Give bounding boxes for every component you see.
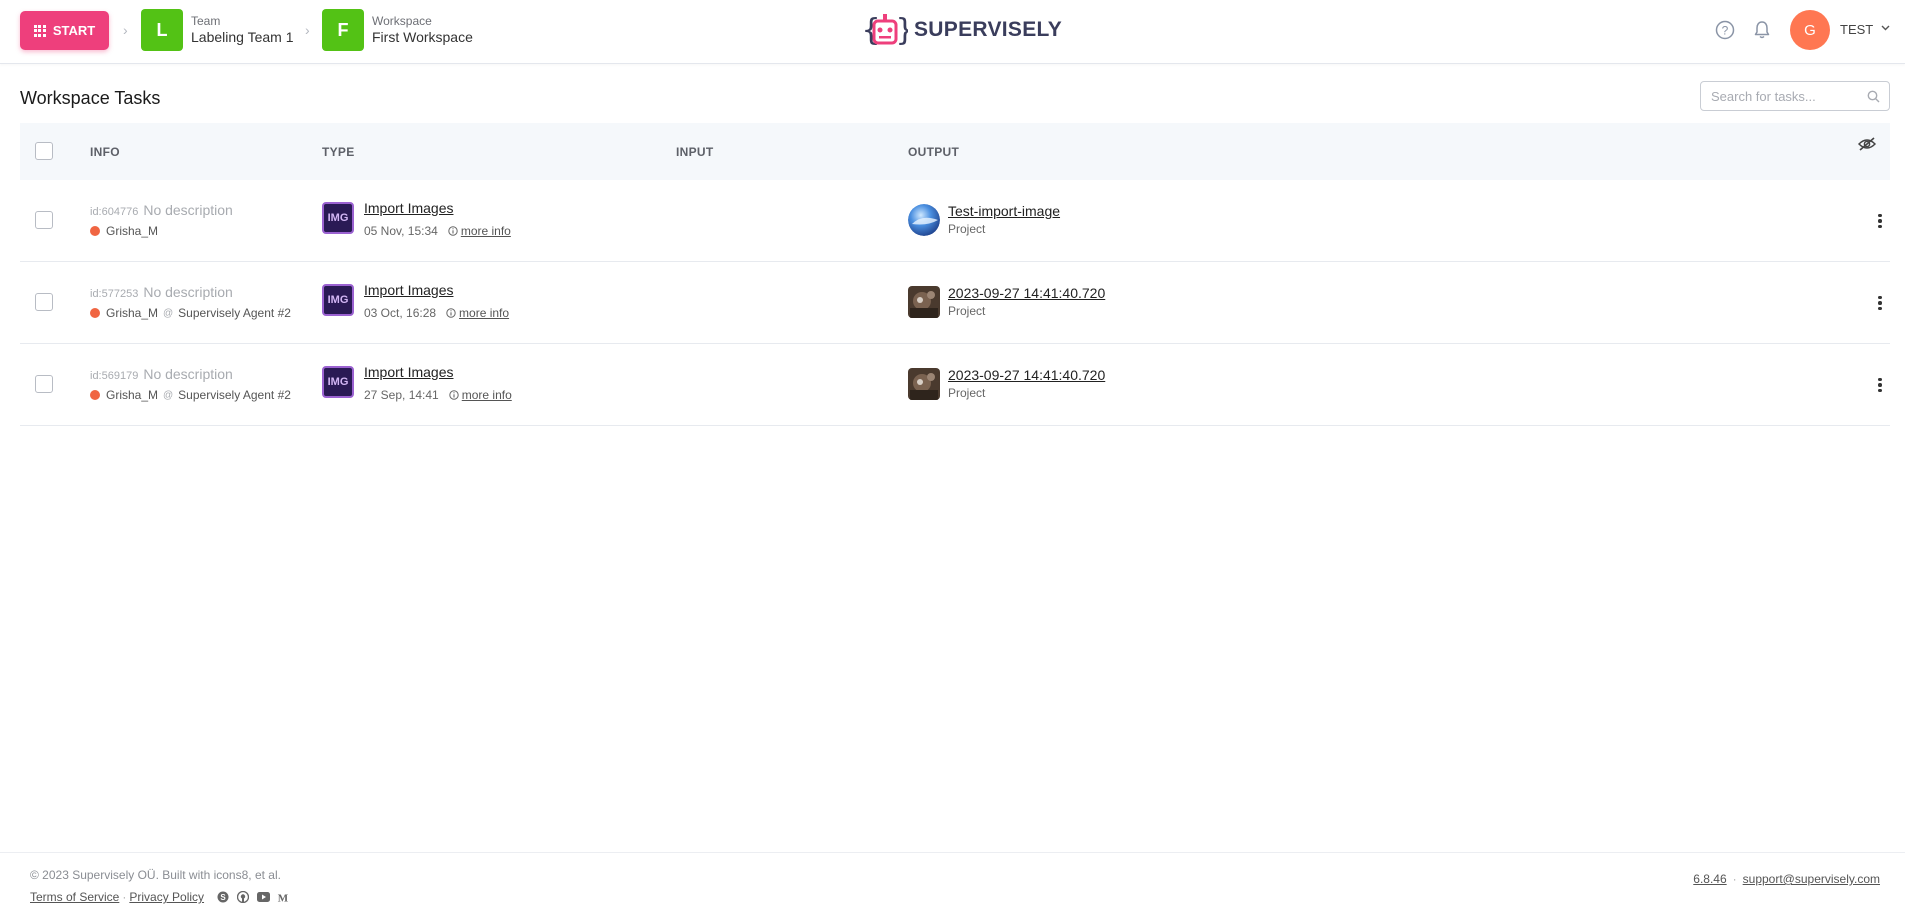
- terms-link[interactable]: Terms of Service: [30, 890, 119, 904]
- task-date: 05 Nov, 15:34: [364, 224, 438, 238]
- team-name: Labeling Team 1: [191, 29, 294, 45]
- output-type: Project: [948, 386, 986, 400]
- copyright-text: © 2023 Supervisely OÜ. Built with icons8…: [30, 868, 281, 882]
- supervisely-logo[interactable]: { } SUPERVISELY: [862, 10, 1062, 50]
- search-input[interactable]: [1701, 82, 1851, 110]
- medium-icon[interactable]: M: [276, 890, 290, 904]
- start-label: START: [52, 23, 96, 38]
- logo-text: SUPERVISELY: [914, 18, 1063, 41]
- workspace-caption: Workspace: [372, 14, 432, 28]
- row-checkbox[interactable]: [35, 375, 53, 393]
- user-status-dot: [90, 226, 100, 236]
- row-menu-icon[interactable]: [1874, 293, 1886, 313]
- task-description: No description: [143, 284, 233, 300]
- page-title: Workspace Tasks: [20, 88, 161, 108]
- youtube-icon[interactable]: [256, 890, 270, 904]
- table-row: id:569179 No description Grisha_M @ Supe…: [20, 344, 1890, 426]
- row-checkbox[interactable]: [35, 293, 53, 311]
- search-icon[interactable]: [1867, 90, 1880, 103]
- version-link[interactable]: 6.8.46: [1693, 872, 1726, 886]
- top-header: START › L Team Labeling Team 1 › F Works…: [0, 0, 1905, 64]
- column-header-info[interactable]: INFO: [90, 145, 120, 159]
- svg-text:}: }: [896, 13, 908, 48]
- output-project-link[interactable]: 2023-09-27 14:41:40.720: [948, 367, 1105, 383]
- info-icon: [449, 390, 459, 400]
- task-id: id:577253: [90, 288, 139, 300]
- search-box[interactable]: [1700, 81, 1890, 111]
- user-name[interactable]: TEST: [1840, 22, 1873, 37]
- table-header: INFO TYPE INPUT OUTPUT: [20, 123, 1890, 180]
- output-project-thumbnail[interactable]: [908, 368, 940, 400]
- row-checkbox[interactable]: [35, 211, 53, 229]
- task-user: Grisha_M: [106, 388, 159, 402]
- workspace-avatar: F: [322, 9, 364, 51]
- column-header-output[interactable]: OUTPUT: [908, 145, 959, 159]
- more-info-link[interactable]: more info: [459, 306, 509, 320]
- svg-text:?: ?: [1722, 24, 1729, 38]
- hide-columns-icon[interactable]: [1858, 137, 1876, 151]
- table-row: id:577253 No description Grisha_M @ Supe…: [20, 262, 1890, 344]
- task-type-link[interactable]: Import Images: [364, 282, 453, 298]
- info-icon: [446, 308, 456, 318]
- output-type: Project: [948, 222, 986, 236]
- import-images-app-icon: IMG: [322, 284, 354, 316]
- user-status-dot: [90, 308, 100, 318]
- output-project-thumbnail[interactable]: [908, 204, 940, 236]
- chevron-down-icon[interactable]: [1881, 25, 1890, 31]
- breadcrumb-workspace[interactable]: F Workspace First Workspace: [322, 9, 473, 51]
- start-button[interactable]: START: [20, 11, 109, 50]
- row-menu-icon[interactable]: [1874, 211, 1886, 231]
- select-all-checkbox[interactable]: [35, 142, 53, 160]
- skype-icon[interactable]: S: [216, 890, 230, 904]
- at-sign: @: [163, 389, 174, 401]
- output-type: Project: [948, 304, 986, 318]
- row-menu-icon[interactable]: [1874, 375, 1886, 395]
- svg-text:S: S: [220, 893, 226, 902]
- more-info-link[interactable]: more info: [461, 224, 511, 238]
- info-icon: [448, 226, 458, 236]
- task-id: id:569179: [90, 370, 139, 382]
- grid-icon: [33, 24, 46, 37]
- task-agent: Supervisely Agent #2: [178, 388, 291, 402]
- task-description: No description: [143, 202, 233, 218]
- user-avatar[interactable]: G: [1790, 10, 1830, 50]
- footer-separator: ·: [1732, 872, 1737, 886]
- task-user: Grisha_M: [106, 224, 159, 238]
- task-date: 27 Sep, 14:41: [364, 388, 439, 402]
- import-images-app-icon: IMG: [322, 366, 354, 398]
- task-description: No description: [143, 366, 233, 382]
- help-icon[interactable]: ?: [1715, 20, 1735, 40]
- bell-icon[interactable]: [1752, 20, 1772, 40]
- import-images-app-icon: IMG: [322, 202, 354, 234]
- column-header-input[interactable]: INPUT: [676, 145, 714, 159]
- breadcrumb-team[interactable]: L Team Labeling Team 1: [141, 9, 293, 51]
- team-caption: Team: [191, 14, 221, 28]
- chevron-right-icon: ›: [305, 22, 310, 38]
- task-agent: Supervisely Agent #2: [178, 306, 291, 320]
- chevron-right-icon: ›: [123, 22, 128, 38]
- at-sign: @: [163, 307, 174, 319]
- output-project-thumbnail[interactable]: [908, 286, 940, 318]
- task-user: Grisha_M: [106, 306, 159, 320]
- footer: © 2023 Supervisely OÜ. Built with icons8…: [0, 852, 1905, 916]
- output-project-link[interactable]: 2023-09-27 14:41:40.720: [948, 285, 1105, 301]
- footer-separator: ·: [122, 890, 127, 904]
- task-type-link[interactable]: Import Images: [364, 364, 453, 380]
- team-avatar: L: [141, 9, 183, 51]
- workspace-name: First Workspace: [372, 29, 473, 45]
- svg-text:M: M: [278, 893, 289, 904]
- robot-logo-icon: { }: [862, 13, 908, 48]
- user-status-dot: [90, 390, 100, 400]
- github-icon[interactable]: [236, 890, 250, 904]
- column-header-type[interactable]: TYPE: [322, 145, 355, 159]
- more-info-link[interactable]: more info: [462, 388, 512, 402]
- output-project-link[interactable]: Test-import-image: [948, 203, 1060, 219]
- task-date: 03 Oct, 16:28: [364, 306, 437, 320]
- privacy-link[interactable]: Privacy Policy: [129, 890, 204, 904]
- task-type-link[interactable]: Import Images: [364, 200, 453, 216]
- support-email-link[interactable]: support@supervisely.com: [1743, 872, 1880, 886]
- task-id: id:604776: [90, 206, 139, 218]
- table-row: id:604776 No description Grisha_M IMG Im…: [20, 180, 1890, 262]
